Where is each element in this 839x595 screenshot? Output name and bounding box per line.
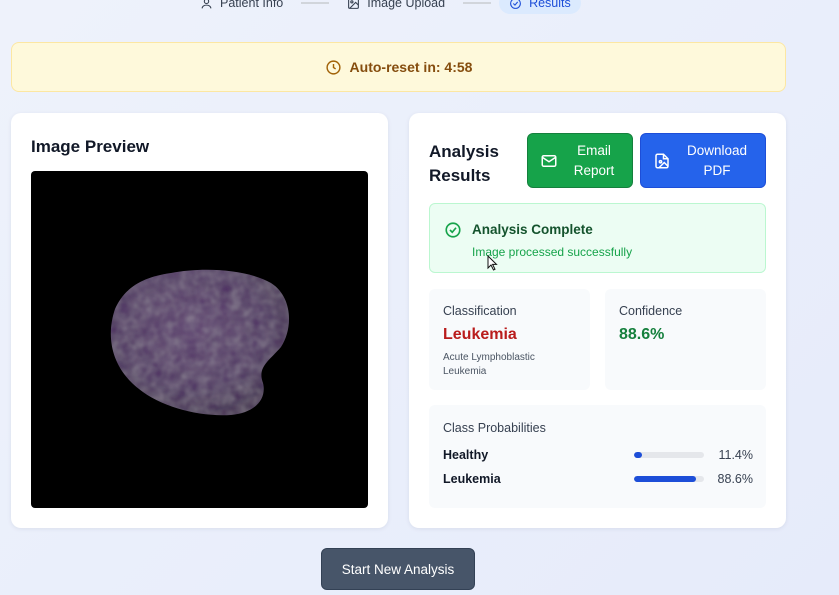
analysis-results-card: Analysis Results Email Report Download P… [409,113,786,528]
auto-reset-text: Auto-reset in: 4:58 [349,59,473,75]
step-results[interactable]: Results [499,0,581,14]
start-new-analysis-button[interactable]: Start New Analysis [321,548,475,590]
status-title: Analysis Complete [472,222,593,237]
probabilities-title: Class Probabilities [443,421,546,435]
confidence-panel: Confidence 88.6% [605,289,766,390]
user-icon [201,0,212,8]
step-connector [301,2,330,4]
email-report-label: Email Report [573,142,615,178]
probability-percent: 11.4% [718,448,753,462]
check-circle-icon [445,222,461,238]
classification-panel: Classification Leukemia Acute Lymphoblas… [429,289,590,390]
image-icon [348,0,360,9]
probability-bar-fill [634,452,642,458]
analysis-complete-alert: Analysis Complete Image processed succes… [429,203,766,273]
download-pdf-button[interactable]: Download PDF [640,133,766,188]
step-label: Patient Info [220,0,284,10]
image-preview-card: Image Preview [11,113,388,528]
classification-value: Leukemia [443,326,517,343]
probability-percent: 88.6% [717,472,753,486]
mail-icon [541,154,557,167]
step-label: Image Upload [367,0,446,10]
check-circle-icon [510,0,521,9]
probability-bar-fill [634,476,697,482]
cell-image-preview [31,171,368,508]
file-image-icon [655,153,669,168]
mouse-cursor-icon [487,255,498,271]
download-pdf-label: Download PDF [686,142,748,178]
probability-bar-track [634,452,704,458]
class-probabilities-panel: Class Probabilities Healthy 11.4% Leukem… [429,405,766,508]
confidence-value: 88.6% [619,326,665,343]
clock-icon [325,59,341,75]
progress-stepper: Patient Info Image Upload Results [190,0,581,14]
step-connector [463,2,492,4]
email-report-button[interactable]: Email Report [527,133,633,188]
classification-label: Classification [443,304,517,318]
probability-row-leukemia: Leukemia 88.6% [443,471,753,487]
confidence-label: Confidence [619,304,683,318]
classification-description: Acute Lymphoblastic Leukemia [443,352,535,377]
probability-name: Healthy [443,448,489,462]
probability-bar-track [634,476,704,482]
step-patient-info[interactable]: Patient Info [190,0,293,14]
preview-title: Image Preview [31,137,150,156]
probability-row-healthy: Healthy 11.4% [443,447,753,463]
results-title: Analysis Results [429,142,499,185]
blood-cell-image [110,269,290,416]
step-image-upload[interactable]: Image Upload [337,0,455,14]
auto-reset-banner: Auto-reset in: 4:58 [11,42,786,92]
probability-name: Leukemia [443,472,501,486]
step-label: Results [529,0,571,10]
